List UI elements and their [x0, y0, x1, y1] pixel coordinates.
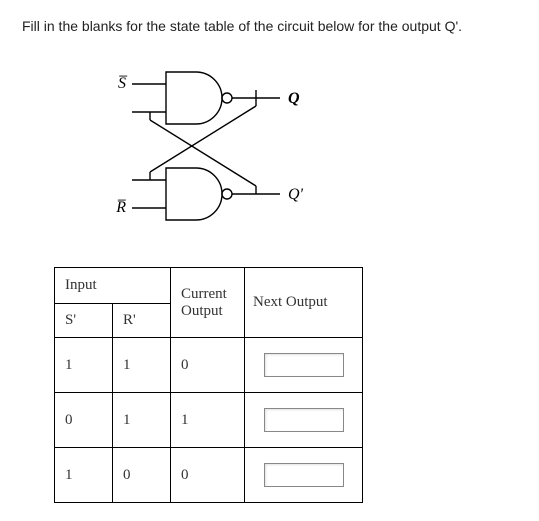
cell-r: 1 — [113, 338, 171, 393]
cell-next — [245, 338, 363, 393]
next-output-input-2[interactable] — [264, 408, 344, 432]
next-output-input-3[interactable] — [264, 463, 344, 487]
cell-next — [245, 448, 363, 503]
cell-s: 1 — [55, 448, 113, 503]
next-output-input-1[interactable] — [264, 353, 344, 377]
cell-current: 1 — [171, 393, 245, 448]
label-q-prime: Q' — [288, 186, 304, 203]
cell-next — [245, 393, 363, 448]
table-row: 1 1 0 — [55, 338, 363, 393]
header-current: Current Output — [171, 268, 245, 338]
cell-current: 0 — [171, 338, 245, 393]
question-text: Fill in the blanks for the state table o… — [22, 18, 517, 34]
label-r-bar: R̅ — [115, 199, 126, 216]
header-next: Next Output — [245, 268, 363, 338]
label-q: Q — [288, 90, 300, 107]
header-s: S' — [55, 304, 113, 338]
header-input: Input — [55, 268, 171, 304]
cell-current: 0 — [171, 448, 245, 503]
circuit-diagram: S̅ R̅ Q Q' — [102, 66, 517, 229]
cell-s: 1 — [55, 338, 113, 393]
cell-r: 1 — [113, 393, 171, 448]
cell-r: 0 — [113, 448, 171, 503]
header-r: R' — [113, 304, 171, 338]
table-row: 1 0 0 — [55, 448, 363, 503]
state-table: Input Current Output Next Output S' R' 1… — [54, 267, 363, 503]
table-row: 0 1 1 — [55, 393, 363, 448]
label-s-bar: S̅ — [118, 75, 127, 92]
cell-s: 0 — [55, 393, 113, 448]
